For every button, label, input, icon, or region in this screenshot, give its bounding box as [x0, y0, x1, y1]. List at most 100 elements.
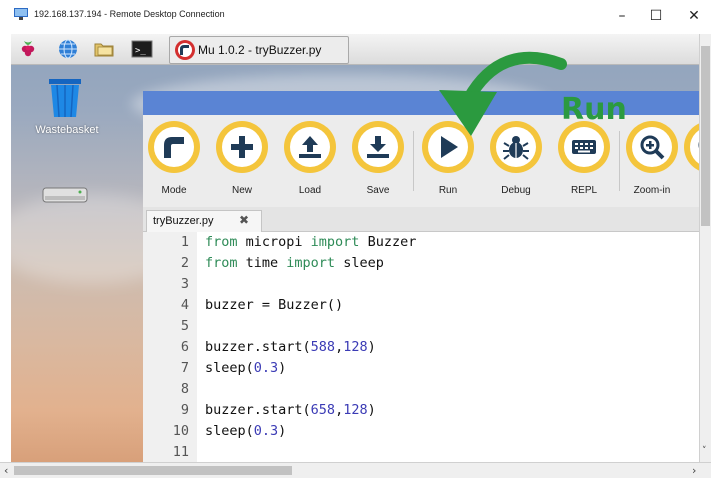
new-label: New	[231, 185, 252, 196]
code-token: 658	[310, 402, 336, 418]
maximize-button[interactable]: ☐	[644, 5, 668, 27]
svg-text:>_: >_	[135, 46, 146, 56]
code-line[interactable]: 4 buzzer = Buzzer()	[143, 295, 710, 316]
tab-close-icon[interactable]: ✖	[239, 213, 249, 227]
code-token: sleep(	[205, 423, 254, 439]
code-line[interactable]: 5	[143, 316, 710, 337]
zoom-in-button[interactable]: Zoom-in	[621, 121, 683, 201]
mode-button[interactable]: Mode	[143, 121, 205, 201]
code-line[interactable]: 8	[143, 379, 710, 400]
line-number: 5	[180, 318, 189, 334]
run-label: Run	[438, 185, 458, 196]
vertical-scrollbar[interactable]: ˅	[699, 34, 711, 462]
line-number: 7	[180, 360, 189, 376]
code-token: Buzzer	[359, 234, 417, 250]
code-editor[interactable]: 1 from micropi import Buzzer 2 from time im…	[143, 232, 710, 462]
code-token: )	[367, 402, 376, 418]
close-button[interactable]: ✕	[682, 5, 706, 27]
line-number: 11	[172, 444, 189, 460]
tab-trybuzzer[interactable]: tryBuzzer.py ✖	[146, 210, 262, 232]
code-token: 0.3	[253, 360, 279, 376]
code-text: from time import sleep	[205, 253, 384, 274]
line-number: 6	[180, 339, 189, 355]
maximize-icon: ☐	[649, 8, 663, 24]
load-button[interactable]: Load	[279, 121, 341, 201]
code-line[interactable]: 1 from micropi import Buzzer	[143, 232, 710, 253]
line-number: 1	[180, 234, 189, 250]
scroll-left-arrow-icon[interactable]: ‹	[4, 464, 8, 477]
line-number: 3	[180, 276, 189, 292]
code-line[interactable]: 11	[143, 442, 710, 462]
code-token: buzzer.start(	[205, 339, 311, 355]
upload-icon	[299, 136, 321, 158]
code-token: 128	[343, 339, 368, 355]
globe-icon[interactable]	[57, 38, 79, 60]
zoom-in-icon	[640, 135, 665, 160]
save-label: Save	[366, 185, 390, 196]
plus-icon	[231, 136, 253, 158]
code-token: 588	[310, 339, 336, 355]
code-token: buzzer.start(	[205, 402, 311, 418]
code-token: time	[237, 255, 287, 271]
tab-label: tryBuzzer.py	[153, 215, 214, 227]
code-token: buzzer = Buzzer()	[205, 297, 344, 313]
code-text: sleep(0.3)	[205, 358, 286, 379]
code-token: )	[367, 339, 376, 355]
scroll-down-arrow-icon[interactable]: ˅	[702, 446, 707, 456]
code-text: from micropi import Buzzer	[205, 232, 416, 253]
taskbar-mu-task[interactable]: Mu 1.0.2 - tryBuzzer.py	[169, 36, 349, 64]
code-line[interactable]: 7 sleep(0.3)	[143, 358, 710, 379]
code-token: 0.3	[253, 423, 279, 439]
drive-icon[interactable]	[41, 184, 89, 206]
line-number: 2	[180, 255, 189, 271]
trash-icon[interactable]	[45, 77, 85, 119]
mu-logo-icon	[175, 40, 195, 60]
code-text: sleep(0.3)	[205, 421, 286, 442]
new-button[interactable]: New	[211, 121, 273, 201]
run-annotation-label: Run	[561, 92, 627, 127]
code-token: from	[205, 255, 238, 271]
remote-desktop-icon	[14, 8, 28, 20]
line-number: 9	[180, 402, 189, 418]
repl-label: REPL	[570, 185, 598, 196]
code-line[interactable]: 9 buzzer.start(658,128)	[143, 400, 710, 421]
toolbar-separator	[619, 131, 620, 191]
annotation-arrow-icon	[439, 51, 567, 136]
line-number: 4	[180, 297, 189, 313]
horizontal-scrollbar[interactable]: ‹ ›	[0, 462, 711, 478]
pi-taskbar: >_ Mu 1.0.2 - tryBuzzer.py	[11, 34, 710, 65]
vertical-scroll-thumb[interactable]	[701, 46, 710, 226]
code-token: from	[205, 234, 238, 250]
taskbar-mu-label: Mu 1.0.2 - tryBuzzer.py	[198, 43, 322, 57]
rdp-titlebar: 192.168.137.194 - Remote Desktop Connect…	[0, 0, 721, 34]
code-line[interactable]: 10 sleep(0.3)	[143, 421, 710, 442]
remote-desktop: >_ Mu 1.0.2 - tryBuzzer.py Wastebasket M…	[11, 34, 710, 462]
line-number: 10	[172, 423, 189, 439]
scroll-right-arrow-icon[interactable]: ›	[692, 464, 696, 477]
code-text: buzzer.start(588,128)	[205, 337, 376, 358]
code-line[interactable]: 6 buzzer.start(588,128)	[143, 337, 710, 358]
code-token: micropi	[237, 234, 311, 250]
raspberry-icon[interactable]	[17, 38, 39, 60]
code-text: buzzer.start(658,128)	[205, 400, 376, 421]
zoom-in-label: Zoom-in	[633, 185, 671, 196]
code-token: ,	[335, 339, 344, 355]
download-icon	[367, 136, 389, 158]
code-token: sleep(	[205, 360, 254, 376]
minimize-icon: –	[618, 8, 626, 24]
code-token: ,	[335, 402, 344, 418]
debug-label: Debug	[501, 185, 531, 196]
desktop-icon-label: Wastebasket	[35, 124, 99, 136]
line-number: 8	[180, 381, 189, 397]
code-line[interactable]: 2 from time import sleep	[143, 253, 710, 274]
code-line[interactable]: 3	[143, 274, 710, 295]
minimize-button[interactable]: –	[610, 5, 634, 27]
folder-icon[interactable]	[93, 38, 115, 60]
terminal-icon[interactable]: >_	[131, 38, 153, 60]
save-button[interactable]: Save	[347, 121, 409, 201]
mode-label: Mode	[161, 185, 187, 196]
code-token: )	[278, 423, 287, 439]
horizontal-scroll-thumb[interactable]	[14, 466, 292, 475]
load-label: Load	[298, 185, 322, 196]
code-token: 128	[343, 402, 368, 418]
